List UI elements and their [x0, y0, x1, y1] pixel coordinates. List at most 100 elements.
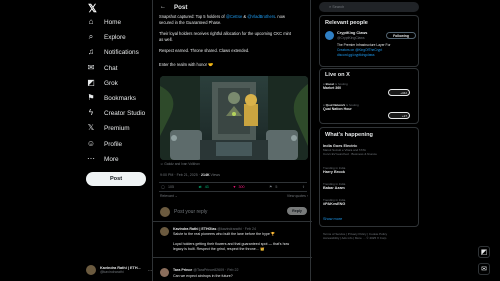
- game-art-illustration: [160, 76, 308, 160]
- post-text-line: Snapshot captured: Top 5 holders of @CeE…: [159, 14, 309, 19]
- share-action[interactable]: ⇪: [302, 185, 305, 189]
- bookmark-icon: ⚑: [269, 185, 273, 189]
- nav-profile[interactable]: ☺ Profile: [86, 137, 122, 151]
- nav-label: Home: [104, 18, 122, 26]
- nav-notifications[interactable]: ♫ Notifications: [86, 45, 139, 59]
- timestamp[interactable]: 9:00 PM · Feb 21, 2025 ·: [160, 173, 200, 177]
- show-more-link[interactable]: Show more: [323, 217, 342, 221]
- lightning-icon: ϟ: [88, 108, 94, 117]
- post-text-line: Respect earned. Throne shared. Claws ext…: [159, 48, 250, 53]
- nav-creator-studio[interactable]: ϟ Creator Studio: [86, 106, 145, 120]
- listener-count: +342: [400, 91, 407, 95]
- comment-header: Tara Prince @TaraPrince82609 · Feb 22: [173, 268, 239, 272]
- trend-item[interactable]: India Goes Electric Maruti Suzuki e Vita…: [323, 144, 413, 156]
- trend-name: Harry Brook: [323, 170, 345, 174]
- nav-label: Notifications: [104, 48, 139, 56]
- mention-link[interactable]: @CeEse: [226, 14, 242, 19]
- bookmark-count: 5: [275, 185, 278, 189]
- like-action[interactable]: ♥ 300: [233, 185, 244, 189]
- nav-bookmarks[interactable]: ⚑ Bookmarks: [86, 91, 136, 105]
- home-icon: ⌂: [88, 17, 94, 26]
- section-title: What's happening: [325, 132, 373, 138]
- person-bio: The Premier Infrastructure Layer For: [337, 43, 391, 47]
- live-space-item[interactable]: ● Qoul Network is hosting Quai Nation Ho…: [323, 103, 415, 111]
- space-listeners-pill[interactable]: +27: [388, 112, 410, 119]
- relevant-people-card: Relevant people CryptKing Claws @CryptKi…: [319, 15, 419, 67]
- person-handle: @CryptKingClaws: [337, 36, 365, 40]
- bookmark-icon: ⚑: [87, 93, 95, 102]
- reply-action[interactable]: ◯ 105: [161, 185, 174, 189]
- reply-sort-bar: Relevant ⌄ View quotes ›: [160, 194, 308, 198]
- nav-explore[interactable]: ⌕ Explore: [86, 30, 126, 44]
- post-button[interactable]: Post: [86, 172, 146, 186]
- reply-input[interactable]: Post your reply: [174, 209, 207, 215]
- post-text-line: as well.: [159, 36, 173, 42]
- sort-dropdown[interactable]: Relevant ⌄: [160, 194, 178, 198]
- main-column: ← Post Snapshot captured: Top 5 holders …: [152, 0, 312, 281]
- avatar: [160, 207, 170, 217]
- post-image[interactable]: [160, 76, 308, 160]
- nav-home[interactable]: ⌂ Home: [86, 15, 121, 29]
- trend-item[interactable]: Trending in India Babar Azam: [323, 182, 413, 190]
- search-icon: ⌕: [88, 32, 94, 41]
- media-caption: ☺ Gakdz and Ivan Volkhov: [160, 162, 200, 166]
- nav-label: Premium: [104, 124, 130, 132]
- nav-more[interactable]: ⋯ More: [86, 152, 119, 166]
- grok-float-icon[interactable]: ◩: [478, 246, 490, 258]
- bell-icon: ♫: [88, 47, 94, 56]
- nav-grok[interactable]: ◩ Grok: [86, 76, 118, 90]
- comment-header: Kavindra Rathi | ETHGlas @kavindrarathi …: [173, 227, 256, 231]
- search-input[interactable]: ⌕ Search: [319, 2, 419, 12]
- comment-author[interactable]: Tara Prince: [173, 268, 192, 272]
- nav-label: Bookmarks: [104, 94, 136, 102]
- nav-label: Profile: [104, 140, 123, 148]
- trend-item[interactable]: Trending in India Harry Brook: [323, 166, 413, 174]
- trend-item[interactable]: Trending in India #PAKvsENG: [323, 198, 413, 206]
- reply-button[interactable]: Reply: [287, 207, 307, 215]
- comment-text: Salute to the real pioneers who built th…: [173, 232, 276, 236]
- post-meta: 9:00 PM · Feb 21, 2025 · 214K Views: [160, 173, 220, 177]
- more-icon: ⋯: [87, 154, 95, 163]
- person-name[interactable]: CryptKing Claws: [337, 31, 367, 35]
- nav-premium[interactable]: 𝕏 Premium: [86, 121, 130, 135]
- account-switcher[interactable]: Kavindra Rathi | ETH... @kavindrarathi ⋯: [86, 263, 152, 277]
- comment-item[interactable]: Tara Prince @TaraPrince82609 · Feb 22 Ca…: [153, 265, 312, 281]
- avatar[interactable]: [325, 31, 334, 40]
- post-text: . now: [275, 14, 285, 19]
- comment-handle: @TaraPrince82609 · Feb 22: [193, 268, 239, 272]
- bookmark-action[interactable]: ⚑ 5: [269, 185, 277, 189]
- nav-label: More: [104, 155, 119, 163]
- like-count: 300: [238, 185, 245, 189]
- comment-author[interactable]: Kavindra Rathi | ETHGlas: [173, 227, 216, 231]
- person-bio-link[interactable]: discord.gg/cryptkingclaws: [337, 53, 375, 57]
- messages-float-icon[interactable]: ✉: [478, 263, 490, 275]
- avatar: [160, 227, 169, 236]
- views-label: Views: [209, 173, 221, 177]
- back-arrow-icon[interactable]: ←: [160, 4, 166, 10]
- comment-text: legacy is built. Respect the grind, resp…: [173, 247, 265, 251]
- reply-count: 105: [168, 185, 175, 189]
- space-listeners-pill[interactable]: +342: [388, 89, 410, 96]
- mention-link[interactable]: @VladBrothers: [247, 14, 275, 19]
- avatar: [86, 265, 96, 275]
- view-count: 214K: [200, 173, 210, 177]
- x-icon: 𝕏: [87, 123, 95, 132]
- post-text: Snapshot captured: Top 5 holders of: [159, 14, 226, 19]
- nav-label: Creator Studio: [104, 109, 146, 117]
- footer-line[interactable]: Accessibility | Ads info | More ··· © 20…: [323, 236, 415, 240]
- post-text-line: secured in the Guaranteed Phase.: [159, 19, 222, 25]
- comment-text: Can we expect airdrops in the future?: [173, 274, 233, 278]
- repost-action[interactable]: ⇄ 43: [199, 185, 209, 189]
- profile-handle: @kavindrarathi: [100, 270, 124, 274]
- post-header: ← Post: [153, 0, 312, 14]
- x-logo-icon[interactable]: 𝕏: [88, 2, 97, 15]
- view-quotes-link[interactable]: View quotes ›: [287, 194, 308, 198]
- comment-item[interactable]: Kavindra Rathi | ETHGlas @kavindrarathi …: [153, 224, 312, 258]
- following-button[interactable]: Following: [386, 32, 416, 39]
- comment-text: Loyal holders getting their flowers and …: [173, 242, 290, 246]
- left-nav: 𝕏 ⌂ Home ⌕ Explore ♫ Notifications ✉ Cha…: [0, 0, 152, 281]
- grok-icon: ◩: [87, 78, 95, 87]
- nav-chat[interactable]: ✉ Chat: [86, 61, 118, 75]
- page-title: Post: [174, 3, 188, 11]
- search-placeholder: Search: [332, 5, 345, 9]
